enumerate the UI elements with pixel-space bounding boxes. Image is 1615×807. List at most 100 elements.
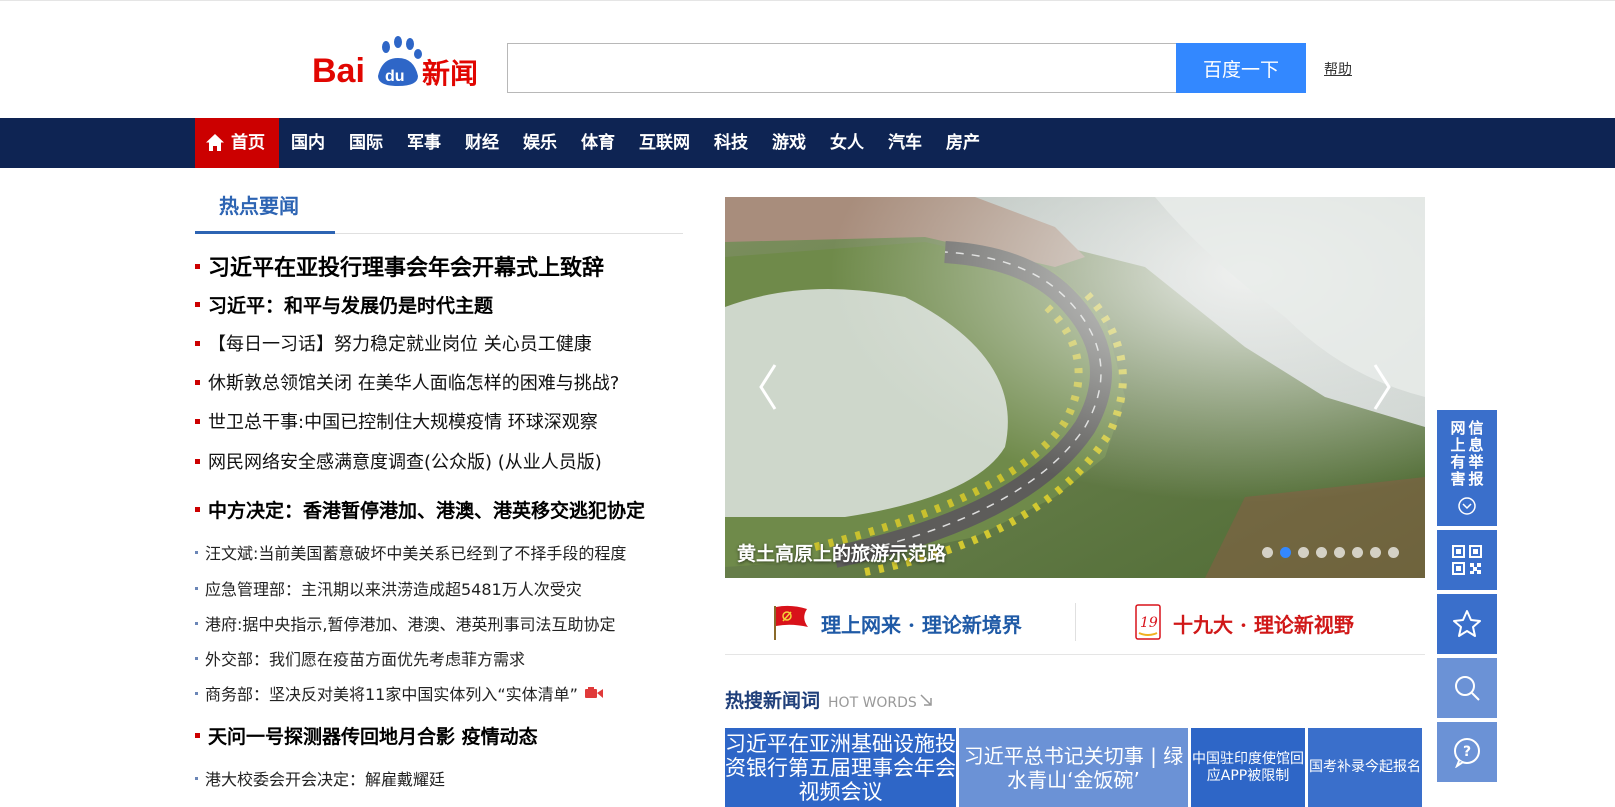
home-icon (206, 134, 224, 151)
nav-item-sports[interactable]: 体育 (569, 118, 627, 168)
search-icon (1455, 676, 1480, 701)
carousel-dot[interactable] (1388, 547, 1399, 558)
report-char: 有 (1450, 453, 1466, 471)
carousel-dot[interactable] (1298, 547, 1309, 558)
svg-text:du: du (385, 68, 405, 85)
report-char: 息 (1468, 436, 1484, 454)
section-title[interactable]: 热点要闻 (219, 190, 299, 222)
svg-text:Bai: Bai (312, 52, 365, 90)
news-item[interactable]: 天问一号探测器传回地月合影 疫情动态 (195, 722, 538, 749)
news-text: 习近平：和平与发展仍是时代主题 (208, 295, 494, 317)
bullet-icon (195, 621, 198, 625)
qr-code-button[interactable] (1437, 530, 1497, 590)
nav-item-internet[interactable]: 互联网 (627, 118, 702, 168)
carousel-dot[interactable] (1262, 547, 1273, 558)
bullet-icon (195, 263, 200, 269)
chevron-down-circle-icon (1458, 497, 1476, 515)
bullet-icon (195, 418, 200, 424)
nav-item-games[interactable]: 游戏 (760, 118, 818, 168)
nav-item-women[interactable]: 女人 (818, 118, 876, 168)
nav-item-domestic[interactable]: 国内 (279, 118, 337, 168)
hot-words-subtitle: HOT WORDS (828, 695, 917, 711)
bullet-icon (195, 379, 200, 385)
help-tool-button[interactable]: ? (1437, 722, 1497, 782)
next-arrow-icon[interactable] (1367, 357, 1397, 417)
promo-banner: 理上网来 · 理论新境界 19 十九大 · 理论新视野 (725, 593, 1425, 655)
news-item[interactable]: 外交部：我们愿在疫苗方面优先考虑菲方需求 (195, 646, 525, 670)
news-item[interactable]: 汪文斌:当前美国蓄意破坏中美关系已经到了不择手段的程度 (195, 540, 626, 564)
bullet-icon (195, 656, 198, 660)
headline-item[interactable]: 习近平在亚投行理事会年会开幕式上致辞 (195, 250, 604, 282)
news-item[interactable]: 网民网络安全感满意度调查(公众版) (从业人员版) (195, 448, 602, 474)
nav-item-tech[interactable]: 科技 (702, 118, 760, 168)
news-item[interactable]: 商务部：坚决反对美将11家中国实体列入“实体清单” (195, 681, 604, 705)
section-underline (195, 231, 335, 234)
hot-news-section: 热点要闻 习近平在亚投行理事会年会开幕式上致辞 习近平：和平与发展仍是时代主题 … (195, 190, 683, 789)
news-text: 休斯敦总领馆关闭 在美华人面临怎样的困难与挑战? (208, 373, 620, 394)
favorite-button[interactable] (1437, 594, 1497, 654)
hot-word-text: 中国驻印度使馆回应APP被限制 (1192, 750, 1304, 784)
baidu-news-logo[interactable]: Bai du 新闻 (312, 30, 482, 90)
news-text: 港大校委会开会决定：解雇戴耀廷 (205, 770, 446, 789)
carousel-dot[interactable] (1370, 547, 1381, 558)
search-input[interactable] (507, 43, 1176, 93)
hot-word-card[interactable]: 习近平总书记关切事 | 绿水青山‘金饭碗’ (959, 728, 1188, 807)
report-harmful-info-button[interactable]: 网 信 上 息 有 举 害 报 (1437, 410, 1497, 526)
carousel-dot[interactable] (1334, 547, 1345, 558)
arrow-down-right-icon (920, 694, 932, 706)
hot-word-card[interactable]: 习近平在亚洲基础设施投资银行第五届理事会年会视频会议 (725, 728, 956, 807)
svg-text:?: ? (1463, 744, 1471, 760)
hot-word-card[interactable]: 国考补录今起报名 (1308, 728, 1422, 807)
news-text: 外交部：我们愿在疫苗方面优先考虑菲方需求 (205, 650, 526, 669)
news-text: 汪文斌:当前美国蓄意破坏中美关系已经到了不择手段的程度 (205, 544, 627, 563)
hot-words-header: 热搜新闻词 HOT WORDS (725, 686, 933, 713)
nav-item-realestate[interactable]: 房产 (934, 118, 992, 168)
promo-19th-congress[interactable]: 19 十九大 · 理论新视野 (1133, 603, 1354, 643)
section-tab: 热点要闻 (195, 190, 683, 234)
news-item[interactable]: 港大校委会开会决定：解雇戴耀廷 (195, 766, 445, 790)
report-char: 报 (1468, 470, 1484, 488)
bullet-icon (195, 691, 198, 695)
bullet-icon (195, 550, 198, 554)
carousel-dot[interactable] (1352, 547, 1363, 558)
bullet-icon (195, 586, 198, 590)
news-text: 应急管理部：主汛期以来洪涝造成超5481万人次受灾 (205, 580, 582, 599)
carousel-dot-active[interactable] (1280, 547, 1291, 558)
news-text: 商务部：坚决反对美将11家中国实体列入“实体清单” (205, 685, 578, 704)
congress-19-icon: 19 (1135, 604, 1161, 640)
news-item[interactable]: 港府:据中央指示,暂停港加、港澳、港英刑事司法互助协定 (195, 611, 615, 635)
news-item[interactable]: 中方决定：香港暂停港加、港澳、港英移交逃犯协定 (195, 496, 645, 523)
search-button[interactable]: 百度一下 (1176, 43, 1306, 93)
nav-item-home[interactable]: 首页 (195, 118, 279, 168)
hot-words-title: 热搜新闻词 (725, 690, 821, 712)
prev-arrow-icon[interactable] (753, 357, 783, 417)
nav-item-international[interactable]: 国际 (337, 118, 395, 168)
congress-19-badge: 19 (1140, 615, 1158, 631)
star-icon (1453, 610, 1481, 637)
news-item[interactable]: 习近平：和平与发展仍是时代主题 (195, 291, 493, 318)
carousel-caption[interactable]: 黄土高原上的旅游示范路 (737, 539, 946, 566)
qr-code-icon (1452, 545, 1482, 575)
news-item[interactable]: 世卫总干事:中国已控制住大规模疫情 环球深观察 (195, 408, 598, 434)
search-tool-button[interactable] (1437, 658, 1497, 718)
nav-item-entertainment[interactable]: 娱乐 (511, 118, 569, 168)
carousel-dot[interactable] (1316, 547, 1327, 558)
news-item[interactable]: 【每日一习话】努力稳定就业岗位 关心员工健康 (195, 330, 592, 356)
news-text: 【每日一习话】努力稳定就业岗位 关心员工健康 (208, 334, 592, 355)
header: Bai du 新闻 百度一下 帮助 (0, 0, 1615, 118)
news-item[interactable]: 应急管理部：主汛期以来洪涝造成超5481万人次受灾 (195, 576, 582, 600)
report-label: 网 信 上 息 有 举 害 报 (1449, 420, 1485, 488)
help-link[interactable]: 帮助 (1324, 59, 1352, 79)
carousel-dots (1255, 547, 1399, 558)
promo-19th-congress-text: 十九大 · 理论新视野 (1173, 612, 1354, 637)
nav-item-military[interactable]: 军事 (395, 118, 453, 168)
hot-word-card[interactable]: 中国驻印度使馆回应APP被限制 (1191, 728, 1305, 807)
nav-item-auto[interactable]: 汽车 (876, 118, 934, 168)
promo-theory-online[interactable]: 理上网来 · 理论新境界 (771, 603, 1022, 643)
report-char: 害 (1450, 470, 1466, 488)
news-item[interactable]: 休斯敦总领馆关闭 在美华人面临怎样的困难与挑战? (195, 369, 619, 395)
party-flag-icon (774, 605, 808, 640)
report-char: 举 (1468, 453, 1484, 471)
image-carousel[interactable]: 黄土高原上的旅游示范路 (725, 197, 1425, 578)
nav-item-finance[interactable]: 财经 (453, 118, 511, 168)
